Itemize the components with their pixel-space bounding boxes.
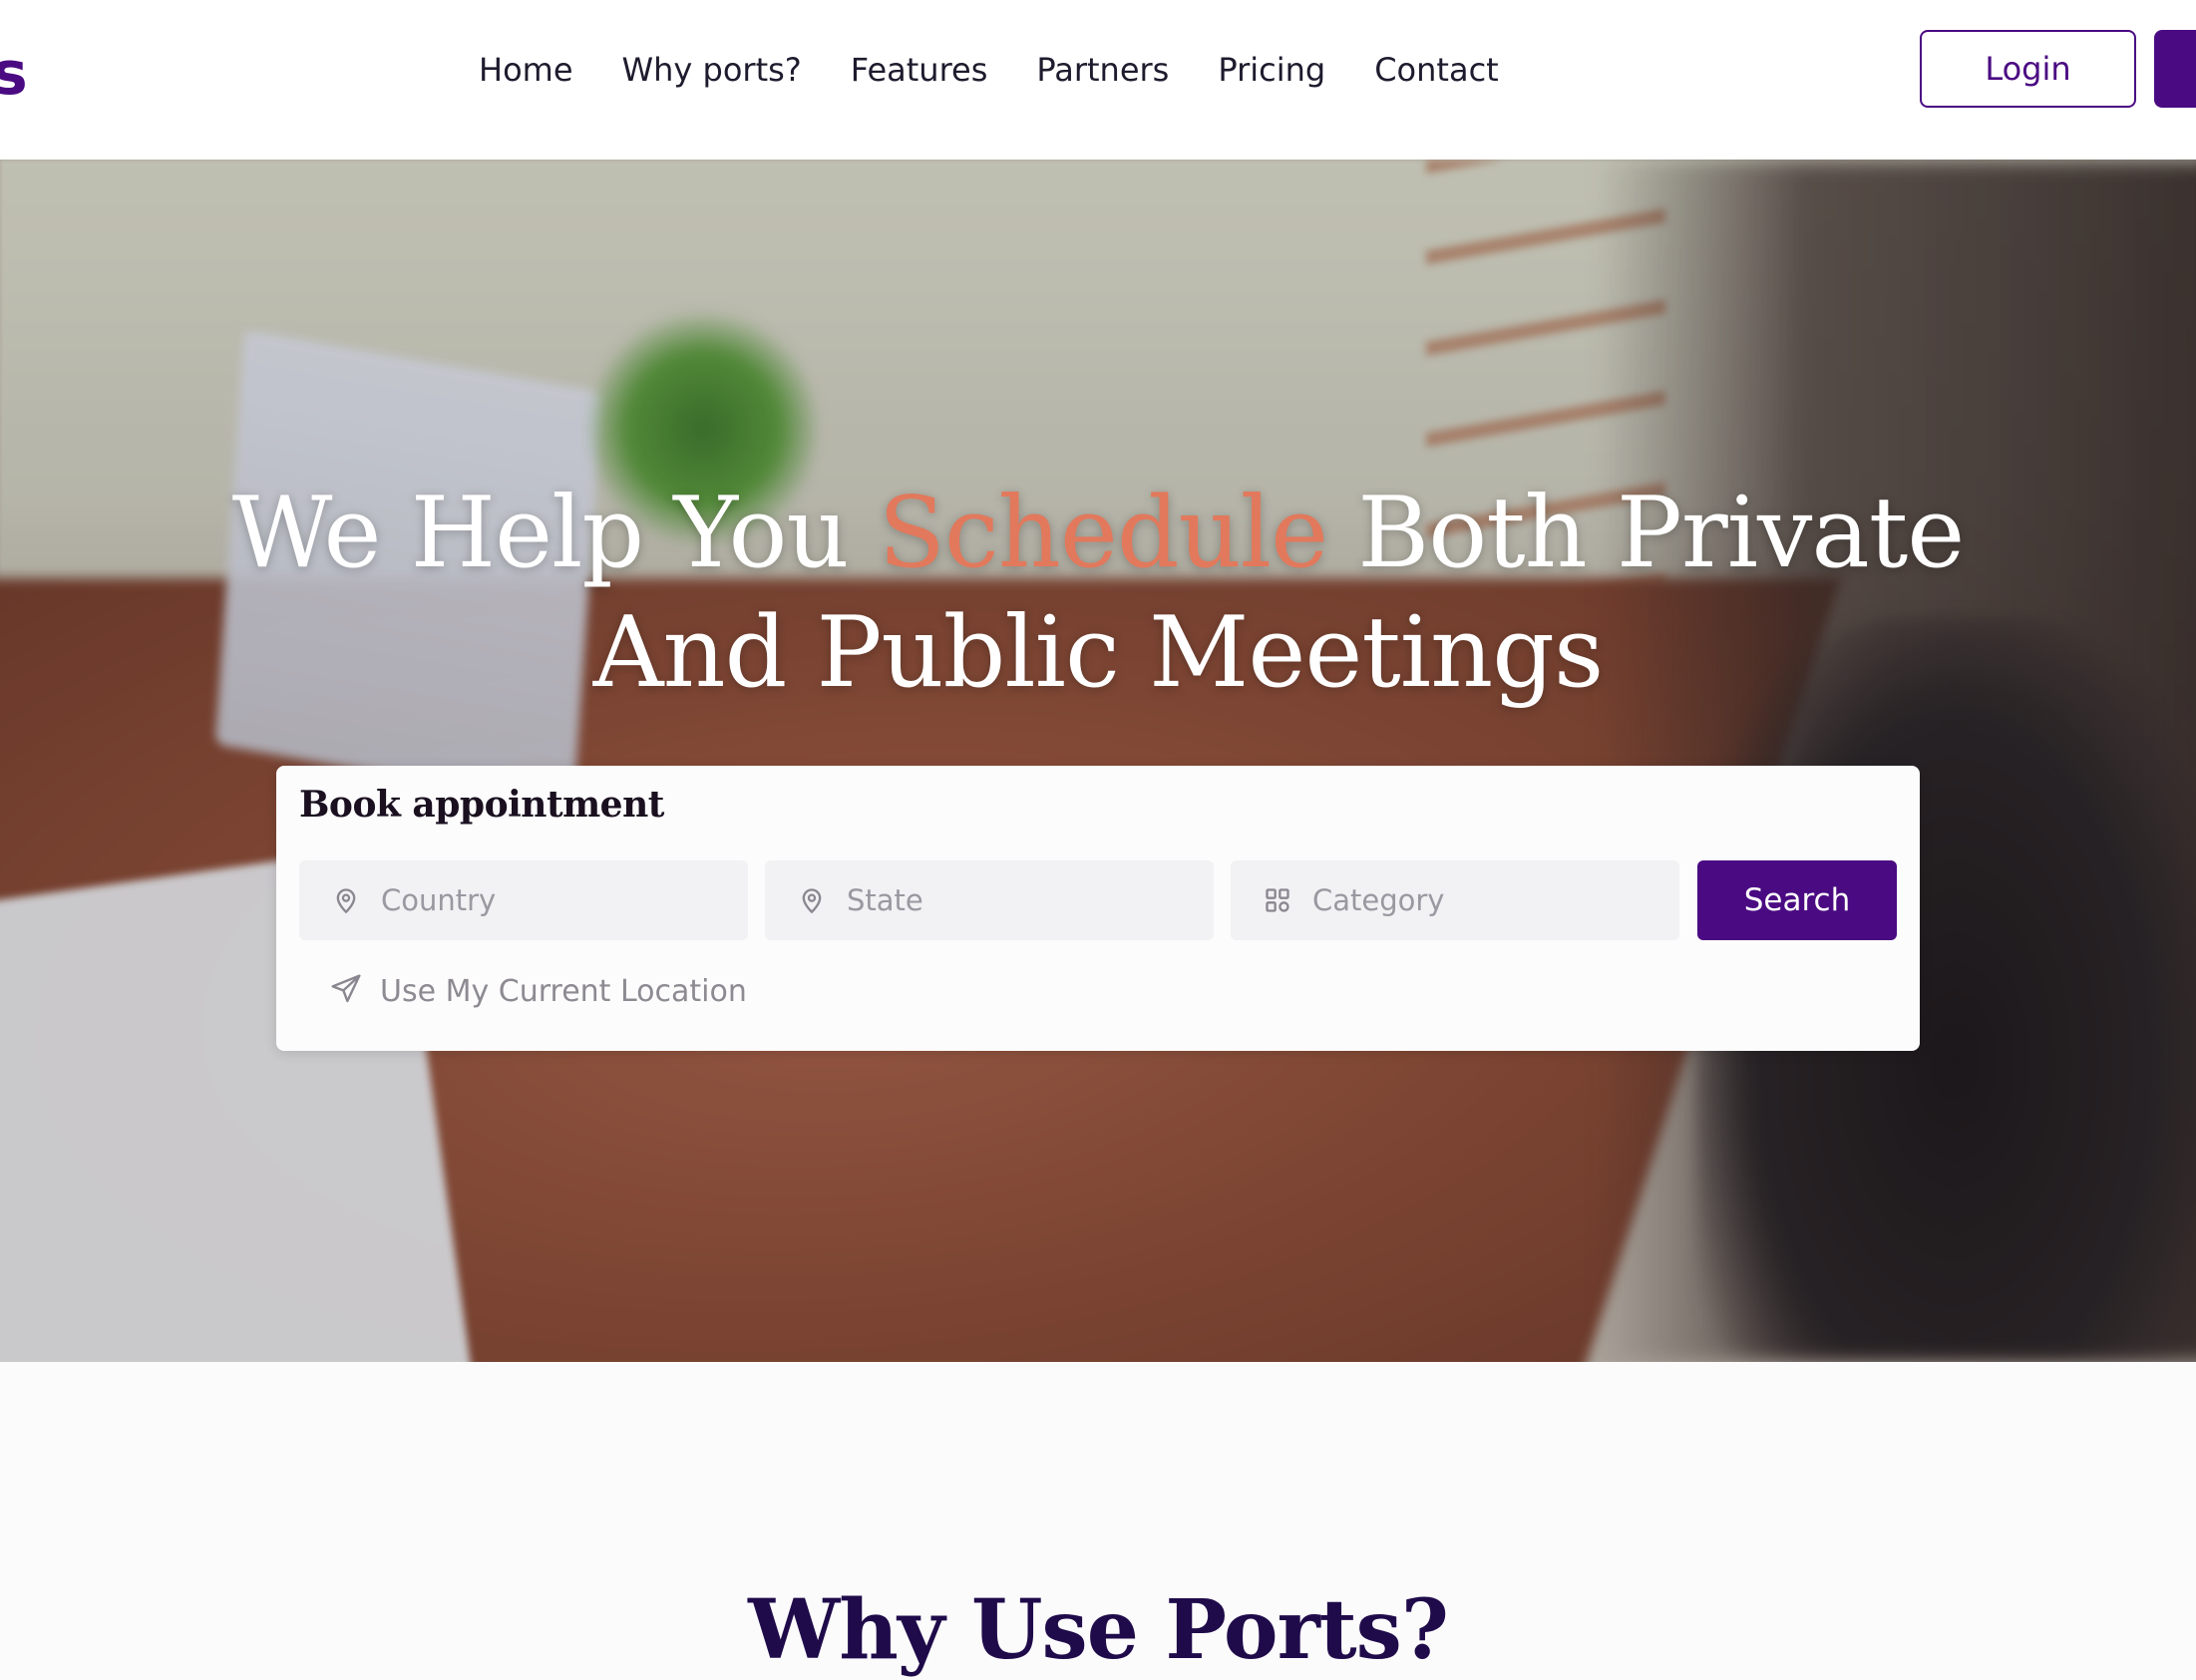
nav-link-contact[interactable]: Contact <box>1374 44 1499 96</box>
country-placeholder: Country <box>381 883 497 917</box>
search-button[interactable]: Search <box>1697 860 1897 940</box>
category-field[interactable]: Category <box>1231 860 1679 940</box>
hero-title-accent: Schedule <box>878 477 1328 590</box>
use-current-location-label: Use My Current Location <box>380 973 747 1009</box>
why-use-ports-heading: Why Use Ports? <box>748 1582 1449 1678</box>
state-placeholder: State <box>847 883 923 917</box>
use-current-location-link[interactable]: Use My Current Location <box>330 973 747 1009</box>
nav-link-home[interactable]: Home <box>479 44 573 96</box>
country-field[interactable]: Country <box>299 860 748 940</box>
hero-title: We Help You Schedule Both Private And Pu… <box>100 474 2096 713</box>
hero-overlay <box>0 160 2196 1362</box>
hero-title-line2: And Public Meetings <box>592 596 1604 710</box>
nav-link-partners[interactable]: Partners <box>1036 44 1169 96</box>
nav-links: Home Why ports? Features Partners Pricin… <box>479 44 1548 96</box>
signup-button[interactable] <box>2154 30 2196 108</box>
nav-link-pricing[interactable]: Pricing <box>1218 44 1325 96</box>
category-placeholder: Category <box>1312 883 1445 917</box>
nav-link-why-ports[interactable]: Why ports? <box>622 44 802 96</box>
state-field[interactable]: State <box>765 860 1214 940</box>
map-pin-icon <box>797 885 827 915</box>
hero-title-part2: Both Private <box>1327 477 1965 590</box>
nav-link-features[interactable]: Features <box>851 44 988 96</box>
top-navbar: s Home Why ports? Features Partners Pric… <box>0 0 2196 160</box>
brand-logo[interactable]: s <box>0 44 28 104</box>
hero-section: We Help You Schedule Both Private And Pu… <box>0 160 2196 1362</box>
send-icon <box>330 973 362 1009</box>
hero-title-part1: We Help You <box>231 477 879 590</box>
grid-icon <box>1263 885 1292 915</box>
booking-card-title: Book appointment <box>299 784 664 826</box>
map-pin-icon <box>331 885 361 915</box>
booking-card: Book appointment Country State Category … <box>276 766 1920 1051</box>
login-button[interactable]: Login <box>1920 30 2136 108</box>
